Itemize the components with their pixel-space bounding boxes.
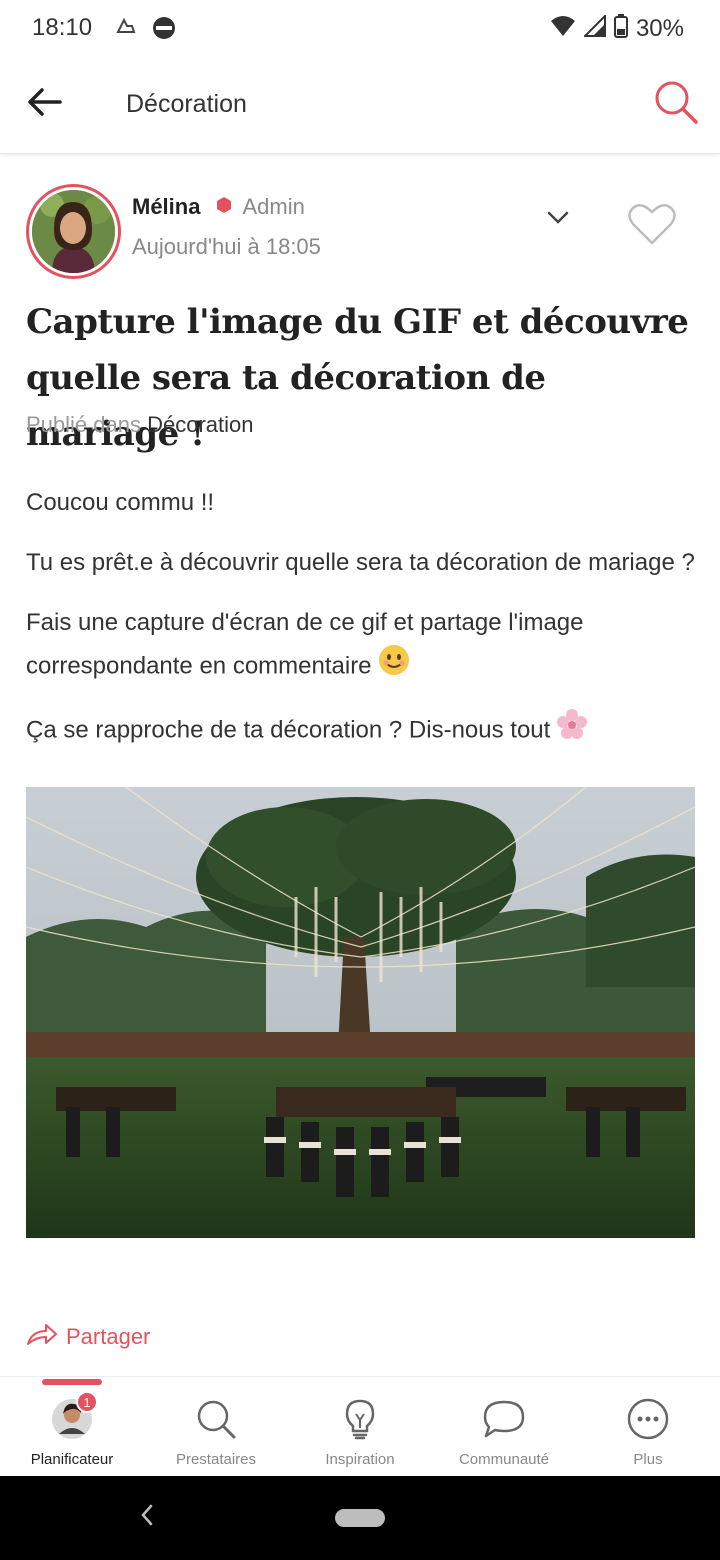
- share-button[interactable]: Partager: [26, 1322, 150, 1352]
- nav-item-inspiration[interactable]: Inspiration: [288, 1377, 432, 1477]
- page-title: Décoration: [126, 90, 247, 118]
- chevron-down-icon: [547, 211, 569, 230]
- share-arrow-icon: [26, 1322, 58, 1352]
- nav-label: Plus: [633, 1451, 663, 1468]
- status-bar: 18:10 30%: [0, 0, 720, 56]
- signal-icon: [582, 13, 606, 42]
- expand-button[interactable]: [538, 200, 578, 240]
- nav-label: Communauté: [458, 1451, 550, 1468]
- nav-label: Inspiration: [325, 1451, 395, 1468]
- paragraph: Coucou commu !!: [26, 489, 215, 516]
- smiling-face-emoji-icon: [378, 644, 410, 690]
- author-row: Mélina Admin: [132, 194, 305, 220]
- chat-bubble-icon: [480, 1395, 528, 1443]
- lightbulb-icon: [336, 1395, 384, 1443]
- heart-icon: [628, 203, 676, 250]
- published-prefix: Publié dans: [26, 412, 141, 437]
- role-badge: Admin: [242, 194, 305, 219]
- app-bar: Décoration: [0, 56, 720, 154]
- battery-percent: 30%: [635, 14, 684, 42]
- status-indicators: 30%: [550, 13, 684, 43]
- post-date: Aujourd'hui à 18:05: [132, 234, 321, 259]
- status-time: 18:10: [32, 14, 93, 41]
- share-label: Partager: [66, 1324, 151, 1349]
- system-back-button[interactable]: [132, 1502, 162, 1532]
- circle-icon: [152, 16, 176, 45]
- post-gif-image[interactable]: [26, 787, 695, 1238]
- cherry-blossom-emoji-icon: [556, 708, 588, 754]
- published-in: Publié dans Décoration: [26, 412, 254, 438]
- cloud-icon: [114, 16, 138, 43]
- system-nav-bar: [0, 1476, 720, 1560]
- arrow-left-icon: [26, 87, 62, 122]
- notification-badge: 1: [76, 1391, 98, 1413]
- category-link[interactable]: Décoration: [147, 412, 253, 437]
- hexagon-icon: [216, 196, 232, 219]
- search-icon: [653, 79, 699, 130]
- nav-item-prestataires[interactable]: Prestataires: [144, 1377, 288, 1477]
- wifi-icon: [550, 15, 576, 42]
- paragraph: Fais une capture d'écran de ce gif et pa…: [26, 602, 702, 690]
- nav-label: Prestataires: [175, 1451, 257, 1468]
- battery-icon: [613, 14, 628, 43]
- author-avatar[interactable]: [26, 184, 121, 279]
- more-icon: [624, 1395, 672, 1443]
- nav-item-communaute[interactable]: Communauté: [432, 1377, 576, 1477]
- profile-avatar-icon: 1: [48, 1391, 98, 1443]
- paragraph: Tu es prêt.e à découvrir quelle sera ta …: [26, 549, 695, 576]
- nav-item-plus[interactable]: Plus: [576, 1377, 720, 1477]
- post-body: Coucou commu !! Tu es prêt.e à découvrir…: [26, 482, 702, 772]
- bottom-nav: 1 Planificateur Prestataires Inspiration…: [0, 1376, 720, 1476]
- search-button[interactable]: [652, 80, 700, 128]
- nav-item-planificateur[interactable]: 1 Planificateur: [0, 1377, 144, 1477]
- system-home-button[interactable]: [335, 1509, 385, 1527]
- chevron-left-icon: [140, 1504, 154, 1531]
- like-button[interactable]: [624, 198, 680, 254]
- nav-label: Planificateur: [30, 1451, 114, 1468]
- paragraph: Ça se rapproche de ta décoration ? Dis-n…: [26, 708, 702, 754]
- search-icon: [192, 1395, 240, 1443]
- back-button[interactable]: [22, 82, 66, 126]
- author-name[interactable]: Mélina: [132, 194, 200, 220]
